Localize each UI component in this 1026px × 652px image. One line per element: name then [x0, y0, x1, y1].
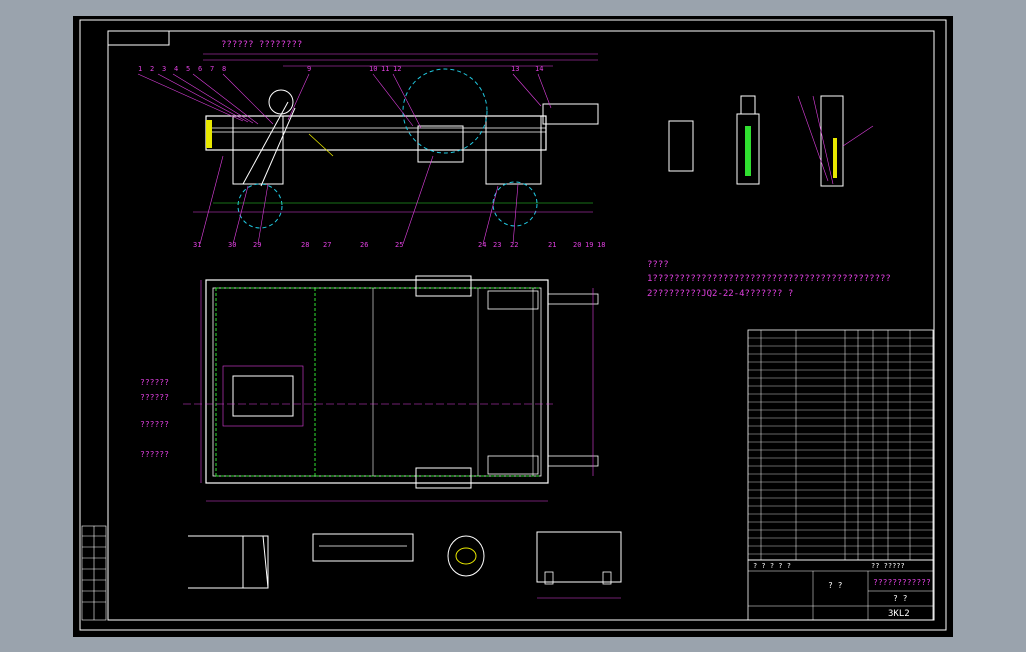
- cad-drawing: ?????? ???????? 1 2 3 4 5 6 7 8 9 10 11 …: [79, 19, 947, 631]
- callout-19: 19: [585, 241, 593, 249]
- left-label-1: ??????: [140, 378, 169, 387]
- callout-29: 29: [253, 241, 261, 249]
- callout-26: 26: [360, 241, 368, 249]
- callout-3: 3: [162, 65, 166, 73]
- left-label-3: ??????: [140, 420, 169, 429]
- header-label: ?????? ????????: [221, 40, 302, 50]
- callout-27: 27: [323, 241, 331, 249]
- corner-label-box: [107, 30, 170, 46]
- callout-30: 30: [228, 241, 236, 249]
- notes-line-1: 1???????????????????????????????????????…: [647, 274, 891, 284]
- callout-21: 21: [548, 241, 556, 249]
- callout-11: 11: [381, 65, 389, 73]
- callout-23: 23: [493, 241, 501, 249]
- callout-8: 8: [222, 65, 226, 73]
- callout-18: 18: [597, 241, 605, 249]
- title-block-unit: ? ?: [893, 594, 908, 603]
- drawing-number: 3KL2: [888, 609, 910, 619]
- callout-4: 4: [174, 65, 178, 73]
- notes-line-2: 2?????????JQ2-22-4??????? ?: [647, 289, 793, 299]
- drawing-sheet: ?????? ???????? 1 2 3 4 5 6 7 8 9 10 11 …: [73, 16, 953, 637]
- title-block-material: ?? ?????: [871, 562, 905, 570]
- detail-views: [188, 531, 622, 599]
- top-view: 1 2 3 4 5 6 7 8 9 10 11 12 13 14 31 30 2…: [137, 53, 605, 249]
- parts-list: [747, 329, 934, 621]
- outer-border: [79, 19, 947, 631]
- inner-border: [107, 30, 935, 621]
- callout-1: 1: [138, 65, 142, 73]
- callout-5: 5: [186, 65, 190, 73]
- notes-title: ????: [647, 260, 669, 270]
- callout-25: 25: [395, 241, 403, 249]
- callout-2: 2: [150, 65, 154, 73]
- callout-12: 12: [393, 65, 401, 73]
- plan-view: [183, 275, 599, 502]
- callout-6: 6: [198, 65, 202, 73]
- left-label-2: ??????: [140, 393, 169, 402]
- left-revision-strip: [81, 525, 107, 621]
- callout-31: 31: [193, 241, 201, 249]
- title-block-rows: ? ? ? ? ?: [753, 562, 791, 570]
- callout-28: 28: [301, 241, 309, 249]
- title-block-scale: ? ?: [828, 581, 843, 590]
- callout-10: 10: [369, 65, 377, 73]
- callout-20: 20: [573, 241, 581, 249]
- callout-13: 13: [511, 65, 519, 73]
- title-block-name: ????????????: [873, 578, 931, 587]
- callout-9: 9: [307, 65, 311, 73]
- callout-22: 22: [510, 241, 518, 249]
- section-views: [668, 95, 874, 187]
- left-label-4: ??????: [140, 450, 169, 459]
- callout-24: 24: [478, 241, 486, 249]
- callout-7: 7: [210, 65, 214, 73]
- callout-14: 14: [535, 65, 543, 73]
